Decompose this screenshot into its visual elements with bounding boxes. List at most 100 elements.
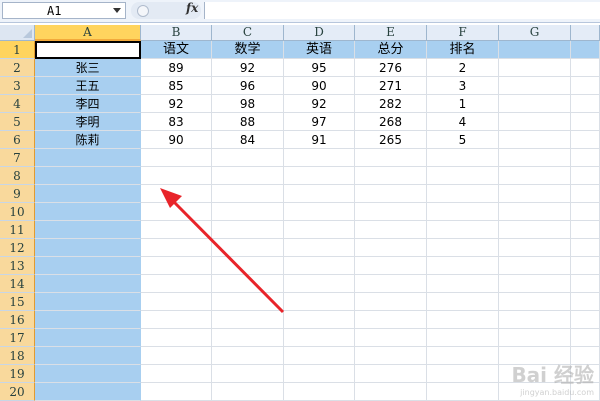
cell-b19[interactable]	[141, 365, 212, 383]
cell-c16[interactable]	[212, 311, 284, 329]
cell-f19[interactable]	[427, 365, 499, 383]
cell-g5[interactable]	[499, 113, 571, 131]
cell-e20[interactable]	[355, 383, 427, 401]
column-header-d[interactable]: D	[284, 25, 355, 41]
row-header-13[interactable]: 13	[0, 257, 35, 275]
cell-c10[interactable]	[212, 203, 284, 221]
cell-c15[interactable]	[212, 293, 284, 311]
cell-f17[interactable]	[427, 329, 499, 347]
cell-g4[interactable]	[499, 95, 571, 113]
cell-b11[interactable]	[141, 221, 212, 239]
cell-c9[interactable]	[212, 185, 284, 203]
cell-e16[interactable]	[355, 311, 427, 329]
cell-b20[interactable]	[141, 383, 212, 401]
cell-e17[interactable]	[355, 329, 427, 347]
cell-e4[interactable]: 282	[355, 95, 427, 113]
cell-a2[interactable]: 张三	[35, 59, 141, 77]
cell-d17[interactable]	[284, 329, 355, 347]
cell-c6[interactable]: 84	[212, 131, 284, 149]
column-header-e[interactable]: E	[355, 25, 427, 41]
cell-b5[interactable]: 83	[141, 113, 212, 131]
cell-g8[interactable]	[499, 167, 571, 185]
cell-c11[interactable]	[212, 221, 284, 239]
cell-b8[interactable]	[141, 167, 212, 185]
cell-f15[interactable]	[427, 293, 499, 311]
cell-d8[interactable]	[284, 167, 355, 185]
insert-function-icon[interactable]: fx	[186, 1, 198, 15]
cell-d9[interactable]	[284, 185, 355, 203]
cell-f3[interactable]: 3	[427, 77, 499, 95]
cell-e5[interactable]: 268	[355, 113, 427, 131]
cell-d1[interactable]: 英语	[284, 41, 355, 59]
cell-c1[interactable]: 数学	[212, 41, 284, 59]
cell-b17[interactable]	[141, 329, 212, 347]
cell-a4[interactable]: 李四	[35, 95, 141, 113]
cell-d7[interactable]	[284, 149, 355, 167]
cell-c13[interactable]	[212, 257, 284, 275]
cell-c19[interactable]	[212, 365, 284, 383]
formula-input[interactable]	[204, 2, 600, 19]
cell-d5[interactable]: 97	[284, 113, 355, 131]
cell-a16[interactable]	[35, 311, 141, 329]
cell-f1[interactable]: 排名	[427, 41, 499, 59]
row-header-19[interactable]: 19	[0, 365, 35, 383]
cell-c20[interactable]	[212, 383, 284, 401]
cell-g12[interactable]	[499, 239, 571, 257]
cell-f11[interactable]	[427, 221, 499, 239]
cell-g1[interactable]	[499, 41, 571, 59]
row-header-7[interactable]: 7	[0, 149, 35, 167]
cell-b6[interactable]: 90	[141, 131, 212, 149]
cell-c14[interactable]	[212, 275, 284, 293]
cell-b3[interactable]: 85	[141, 77, 212, 95]
cell-a5[interactable]: 李明	[35, 113, 141, 131]
cell-a7[interactable]	[35, 149, 141, 167]
cell-b9[interactable]	[141, 185, 212, 203]
cell-a8[interactable]	[35, 167, 141, 185]
row-header-20[interactable]: 20	[0, 383, 35, 401]
cell-f10[interactable]	[427, 203, 499, 221]
row-header-16[interactable]: 16	[0, 311, 35, 329]
cell-d11[interactable]	[284, 221, 355, 239]
cell-d10[interactable]	[284, 203, 355, 221]
cell-a3[interactable]: 王五	[35, 77, 141, 95]
cell-d2[interactable]: 95	[284, 59, 355, 77]
cell-e18[interactable]	[355, 347, 427, 365]
cell-b1[interactable]: 语文	[141, 41, 212, 59]
cell-e11[interactable]	[355, 221, 427, 239]
cell-g17[interactable]	[499, 329, 571, 347]
column-header-f[interactable]: F	[427, 25, 499, 41]
cell-g2[interactable]	[499, 59, 571, 77]
cell-g9[interactable]	[499, 185, 571, 203]
row-header-18[interactable]: 18	[0, 347, 35, 365]
cell-b7[interactable]	[141, 149, 212, 167]
cell-g14[interactable]	[499, 275, 571, 293]
cell-d6[interactable]: 91	[284, 131, 355, 149]
cell-e15[interactable]	[355, 293, 427, 311]
cell-e1[interactable]: 总分	[355, 41, 427, 59]
cell-c12[interactable]	[212, 239, 284, 257]
cell-a11[interactable]	[35, 221, 141, 239]
cell-f20[interactable]	[427, 383, 499, 401]
cell-c2[interactable]: 92	[212, 59, 284, 77]
cell-f16[interactable]	[427, 311, 499, 329]
cell-f4[interactable]: 1	[427, 95, 499, 113]
cell-f8[interactable]	[427, 167, 499, 185]
cell-e10[interactable]	[355, 203, 427, 221]
cell-g11[interactable]	[499, 221, 571, 239]
cell-c17[interactable]	[212, 329, 284, 347]
row-header-3[interactable]: 3	[0, 77, 35, 95]
cell-c18[interactable]	[212, 347, 284, 365]
cell-b2[interactable]: 89	[141, 59, 212, 77]
cell-d12[interactable]	[284, 239, 355, 257]
cell-d15[interactable]	[284, 293, 355, 311]
cell-g16[interactable]	[499, 311, 571, 329]
row-header-8[interactable]: 8	[0, 167, 35, 185]
row-header-10[interactable]: 10	[0, 203, 35, 221]
cell-a13[interactable]	[35, 257, 141, 275]
cell-g15[interactable]	[499, 293, 571, 311]
cell-d19[interactable]	[284, 365, 355, 383]
row-header-11[interactable]: 11	[0, 221, 35, 239]
cell-e19[interactable]	[355, 365, 427, 383]
cell-b10[interactable]	[141, 203, 212, 221]
cell-g6[interactable]	[499, 131, 571, 149]
